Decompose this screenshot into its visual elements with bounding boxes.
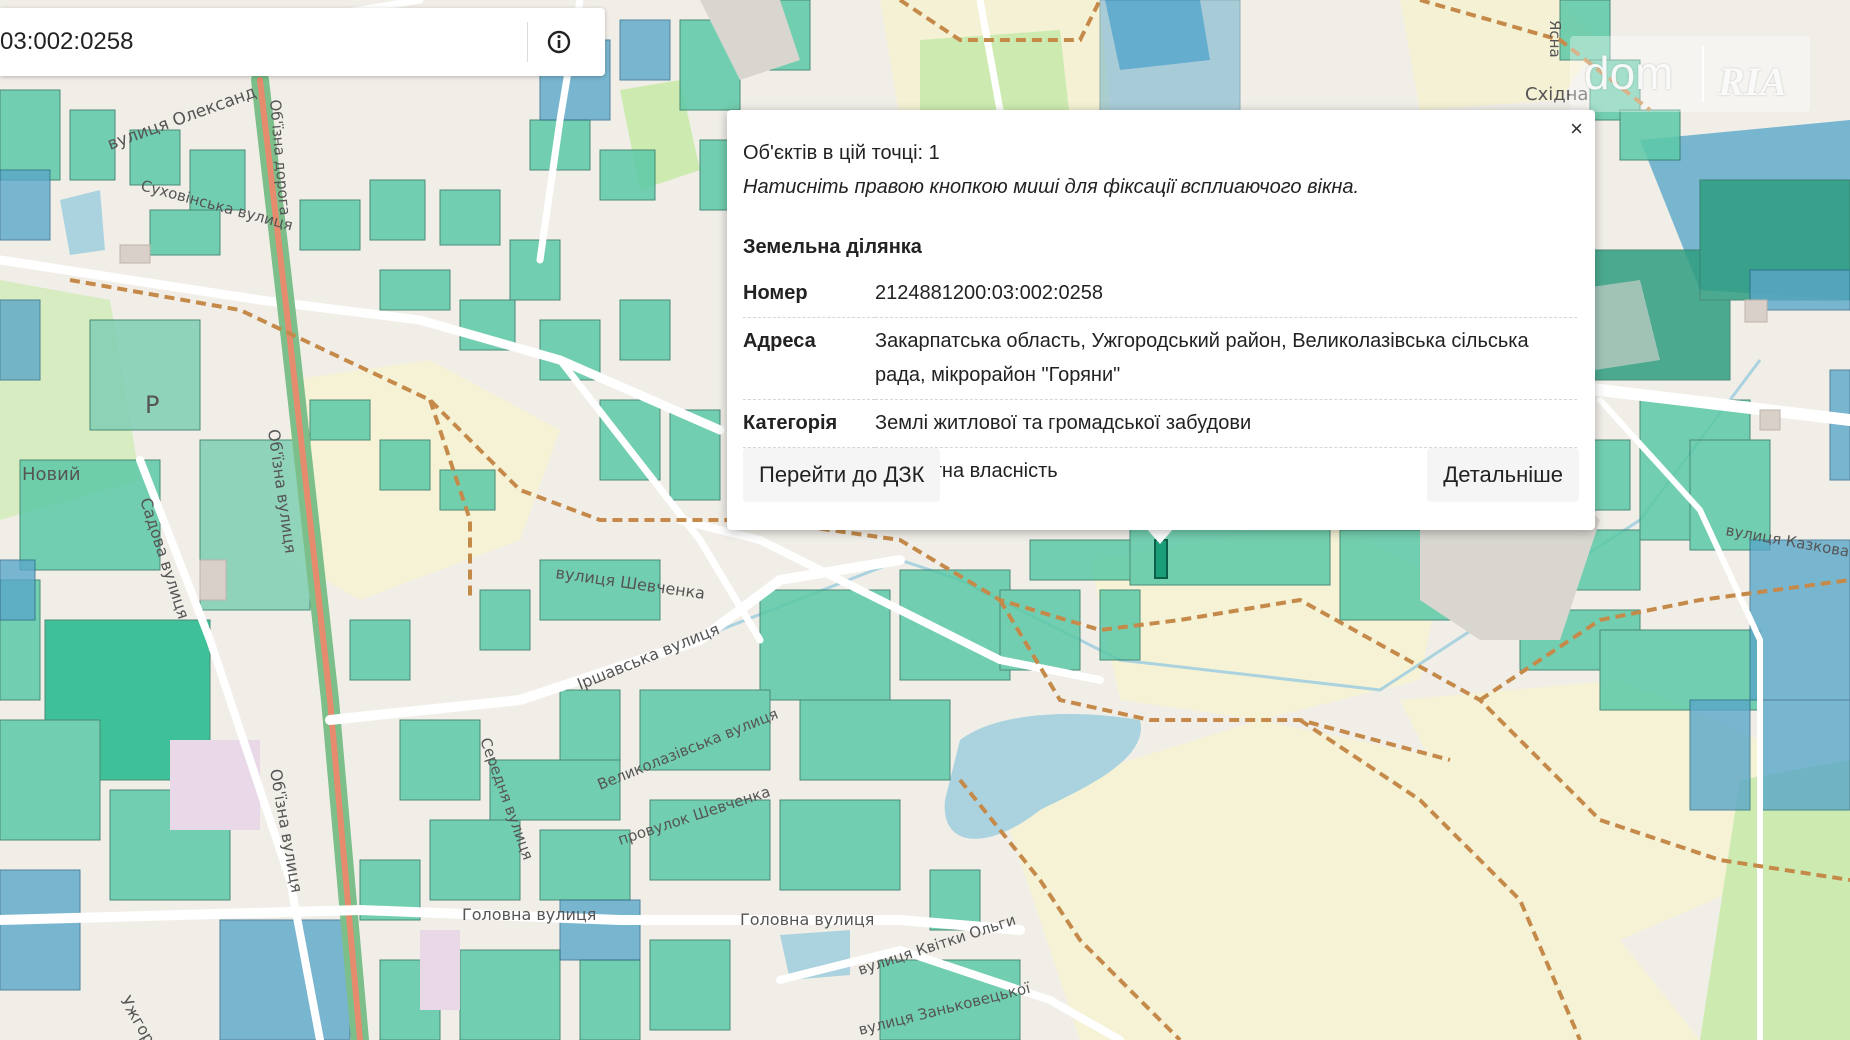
info-icon[interactable] <box>545 28 573 56</box>
attr-key-address: Адреса <box>743 317 875 400</box>
label-parking: P <box>145 391 159 419</box>
label-holovna-1: Головна вулиця <box>462 905 596 924</box>
label-novyi: Новий <box>22 464 81 485</box>
selected-parcel[interactable] <box>1154 539 1168 579</box>
attr-key-number: Номер <box>743 270 875 318</box>
label-holovna-2: Головна вулиця <box>740 910 874 929</box>
search-divider <box>527 22 528 62</box>
watermark-ria-text: RIA <box>1718 59 1787 104</box>
search-box <box>0 8 605 76</box>
popup-title: Земельна ділянка <box>743 236 922 258</box>
attr-value-address: Закарпатська область, Ужгородський район… <box>875 317 1577 400</box>
parcel-info-popup: × Об'єктів в цій точці: 1 Натисніть прав… <box>727 110 1595 530</box>
watermark-separator <box>1702 46 1704 102</box>
popup-pointer <box>1146 528 1174 544</box>
go-to-dzk-button[interactable]: Перейти до ДЗК <box>743 448 941 502</box>
label-yasna: Ясна <box>1546 20 1564 58</box>
popup-hint: Натисніть правою кнопкою миші для фіксац… <box>743 176 1360 198</box>
popup-close-button[interactable]: × <box>1570 116 1583 142</box>
cadastral-search-input[interactable] <box>0 8 525 76</box>
table-row: Адреса Закарпатська область, Ужгородськи… <box>743 317 1577 400</box>
attr-value-category: Землі житлової та громадської забудови <box>875 399 1577 448</box>
watermark-dom-text: dom <box>1584 47 1674 99</box>
attr-value-number: 2124881200:03:002:0258 <box>875 270 1577 318</box>
domria-watermark: dom RIA <box>1570 36 1810 112</box>
details-button[interactable]: Детальніше <box>1427 448 1579 502</box>
table-row: Категорія Землі житлової та громадської … <box>743 399 1577 448</box>
attr-key-category: Категорія <box>743 399 875 448</box>
objects-count: Об'єктів в цій точці: 1 <box>743 142 940 164</box>
table-row: Номер 2124881200:03:002:0258 <box>743 270 1577 318</box>
